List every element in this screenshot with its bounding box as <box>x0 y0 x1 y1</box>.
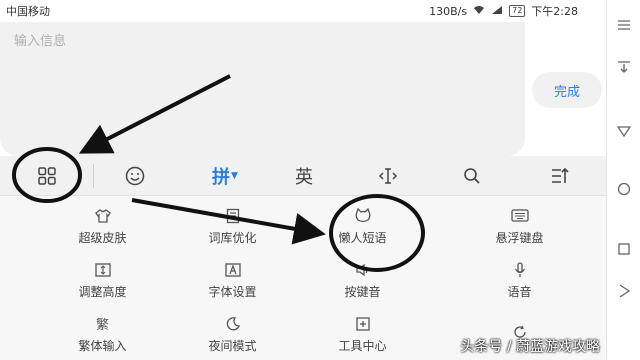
dictionary-optimize-label: 词库优化 <box>208 230 257 245</box>
network-speed: 130B/s <box>429 4 468 18</box>
traditional-input-label: 繁体输入 <box>78 338 127 353</box>
english-mode-button[interactable]: 英 <box>284 156 324 196</box>
input-area: 输入信息 完成 <box>0 22 606 156</box>
floating-keyboard-label: 悬浮键盘 <box>495 230 544 245</box>
voice-item[interactable]: 语音 <box>444 252 595 306</box>
signal-icon <box>491 5 503 18</box>
tool-center-item[interactable]: 工具中心 <box>287 306 438 360</box>
night-mode-label: 夜间模式 <box>208 338 257 353</box>
pinyin-label: 拼 <box>212 167 231 188</box>
height-icon <box>94 259 111 281</box>
battery-icon: 72 <box>509 5 526 17</box>
lazy-phrases-label: 懒人短语 <box>338 230 387 245</box>
shirt-icon <box>94 205 111 227</box>
super-skin-item[interactable]: 超级皮肤 <box>27 198 178 252</box>
plus-box-icon <box>355 313 370 335</box>
key-sound-item[interactable]: 按键音 <box>287 252 438 306</box>
watermark: 头条号 / 蔚蓝游戏攻略 <box>460 339 600 355</box>
carrier-label: 中国移动 <box>6 5 50 18</box>
done-button[interactable]: 完成 <box>532 72 602 108</box>
caret-down-icon: ▼ <box>231 171 238 181</box>
font-icon <box>224 259 241 281</box>
font-settings-item[interactable]: 字体设置 <box>157 252 308 306</box>
microphone-icon <box>513 259 527 281</box>
recents-square-icon[interactable] <box>607 242 640 256</box>
system-nav-bar <box>606 0 640 360</box>
status-right: 130B/s 72 下午2:28 <box>429 3 578 19</box>
back-triangle-icon[interactable] <box>607 124 640 138</box>
book-icon <box>226 205 240 227</box>
lazy-phrases-item[interactable]: 懒人短语 <box>287 198 438 252</box>
keyboard-icon <box>510 205 529 227</box>
speaker-icon <box>355 259 371 281</box>
moon-icon <box>226 313 240 335</box>
cat-icon <box>354 205 372 227</box>
message-input[interactable]: 输入信息 <box>0 22 525 156</box>
home-circle-icon[interactable] <box>607 182 640 196</box>
dictionary-optimize-item[interactable]: 词库优化 <box>157 198 308 252</box>
pinyin-mode-button[interactable]: 拼 ▼ <box>200 156 250 196</box>
floating-keyboard-item[interactable]: 悬浮键盘 <box>444 198 595 252</box>
grid-menu-icon[interactable] <box>22 156 72 196</box>
font-settings-label: 字体设置 <box>208 284 257 299</box>
cursor-icon[interactable] <box>368 156 408 196</box>
clock: 下午2:28 <box>531 5 578 18</box>
screen: 中国移动 130B/s 72 下午2:28 输入信息 完成 拼 ▼ 英 超级皮肤… <box>0 0 640 360</box>
search-icon[interactable] <box>452 156 492 196</box>
wifi-icon <box>473 5 485 18</box>
voice-label: 语音 <box>507 284 532 299</box>
adjust-height-item[interactable]: 调整高度 <box>27 252 178 306</box>
adjust-height-label: 调整高度 <box>78 284 127 299</box>
side-triangle-icon[interactable] <box>607 284 640 298</box>
message-placeholder: 输入信息 <box>14 34 67 49</box>
key-sound-label: 按键音 <box>344 284 381 299</box>
status-bar: 中国移动 130B/s 72 下午2:28 <box>0 0 606 22</box>
keyboard-toolbar: 拼 ▼ 英 <box>0 156 606 196</box>
collapse-keyboard-icon[interactable] <box>540 156 580 196</box>
emoji-icon[interactable] <box>115 156 155 196</box>
pull-down-icon[interactable] <box>607 60 640 74</box>
night-mode-item[interactable]: 夜间模式 <box>157 306 308 360</box>
tool-center-label: 工具中心 <box>338 338 387 353</box>
super-skin-label: 超级皮肤 <box>78 230 127 245</box>
menu-lines-icon[interactable] <box>607 20 640 30</box>
traditional-input-item[interactable]: 繁 繁体输入 <box>27 306 178 360</box>
traditional-icon: 繁 <box>95 318 109 333</box>
toolbar-divider <box>93 164 94 188</box>
